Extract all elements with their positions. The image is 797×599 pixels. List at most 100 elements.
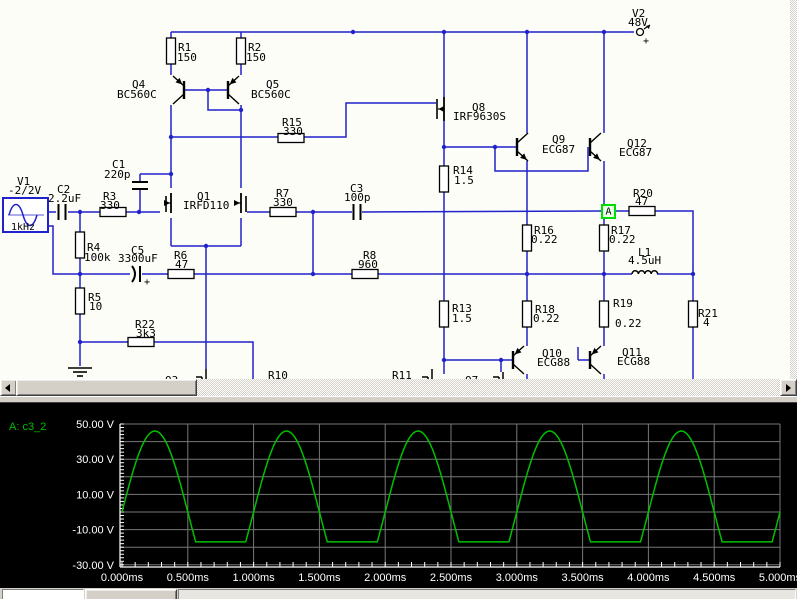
resistor-body-icon [76, 288, 85, 314]
component-value: 100p [344, 191, 371, 204]
component-R3[interactable]: R3330 [100, 190, 126, 217]
y-tick-label: 30.00 V [76, 454, 115, 466]
component-R8[interactable]: R8960 [352, 249, 378, 279]
component-C3[interactable]: C3100p [344, 182, 371, 220]
component-value: 0.22 [533, 312, 560, 325]
probe-marker[interactable]: A [602, 205, 615, 218]
inductor-coil-icon [632, 271, 658, 274]
pane-splitter[interactable] [0, 396, 797, 403]
component-value: 1.5 [452, 312, 472, 325]
battery-terminal-icon [637, 29, 644, 36]
component-R22[interactable]: R223k3 [128, 318, 156, 347]
x-tick-label: 4.000ms [627, 572, 670, 584]
trace-label: A: c3_2 [9, 421, 46, 433]
wire[interactable] [208, 90, 241, 110]
mosfet-arrow-icon [439, 106, 445, 112]
x-tick-label: 5.000ms [759, 572, 797, 584]
component-Q8[interactable]: Q8IRF9630S [437, 97, 506, 123]
scroll-right-button[interactable] [780, 379, 797, 396]
scroll-left-button[interactable] [0, 379, 17, 396]
component-C2[interactable]: C22.2uF [48, 183, 81, 220]
junction-dot [239, 108, 243, 112]
junction-dot [78, 272, 82, 276]
component-Q11[interactable]: Q11ECG88 [590, 346, 650, 374]
wire[interactable] [362, 211, 602, 212]
component-value: ECG88 [617, 355, 650, 368]
grid-lines [120, 424, 780, 567]
resistor-body-icon [600, 301, 609, 327]
component-Q9[interactable]: Q9ECG87 [517, 133, 575, 161]
junction-dot [351, 30, 355, 34]
component-ref: R10 [268, 369, 288, 379]
x-tick-label: 2.500ms [430, 572, 473, 584]
component-R7[interactable]: R7330 [270, 187, 296, 217]
component-value: 100k [84, 251, 111, 264]
component-R16[interactable]: R160.22 [523, 224, 558, 251]
component-R15[interactable]: R15330 [278, 116, 304, 143]
schematic-horizontal-scrollbar[interactable] [0, 379, 797, 396]
bottom-scrollbar[interactable] [0, 588, 797, 599]
component-Q12[interactable]: Q12ECG87 [590, 133, 652, 161]
bjt-lead-icon [513, 364, 524, 374]
component-Q4[interactable]: Q4BC560C [117, 76, 184, 104]
y-tick-label: -30.00 V [72, 560, 114, 572]
component-V1[interactable]: V1-2/2V1kHz [3, 175, 48, 233]
component-R20[interactable]: R2047 [629, 187, 655, 216]
component-Q10[interactable]: Q10ECG88 [513, 346, 570, 374]
component-value: 47 [175, 258, 188, 271]
scroll-right-icon [786, 384, 791, 392]
y-tick-label: -10.00 V [72, 525, 114, 537]
x-tick-label: 0.000ms [101, 572, 144, 584]
component-value: ECG88 [537, 356, 570, 369]
app-window: R1150 R2150 R3330 R4100k R510 R647 R7330 R8960 R… [0, 0, 797, 599]
bottom-scroll-thumb[interactable] [85, 589, 177, 599]
bottom-scroll-track[interactable] [178, 589, 796, 599]
component-Q5[interactable]: Q5BC560C [228, 76, 291, 104]
component-R2[interactable]: R2150 [237, 38, 266, 64]
y-tick-label: 50.00 V [76, 419, 115, 431]
junction-dot [499, 358, 503, 362]
schematic-vertical-scrollbar[interactable] [790, 0, 797, 379]
component-value: BC560C [251, 88, 291, 101]
junction-dot [78, 340, 82, 344]
component-R17[interactable]: R170.22 [600, 224, 636, 251]
component-R10[interactable]: R10 [268, 369, 288, 379]
component-R4[interactable]: R4100k [76, 232, 111, 264]
component-R13[interactable]: R131.5 [440, 301, 472, 327]
resistor-body-icon [600, 225, 609, 251]
component-value: BC560C [117, 88, 157, 101]
component-R14[interactable]: R141.5 [440, 164, 474, 192]
wire[interactable] [304, 103, 436, 137]
junction-dot [311, 210, 315, 214]
component-value: 0.22 [609, 233, 636, 246]
component-value: 150 [177, 51, 197, 64]
bjt-lead-icon [590, 364, 601, 374]
bjt-lead-icon [517, 133, 528, 143]
waveform-pane[interactable]: A: c3_2 50.00 V30.00 V10.00 V-10.00 V-30… [0, 403, 797, 588]
component-Q1[interactable]: Q1IRFD110 [164, 190, 246, 213]
junction-dot [602, 272, 606, 276]
component-R11[interactable]: R11 [392, 369, 412, 379]
component-value: 330 [283, 125, 303, 138]
schematic-pane[interactable]: R1150 R2150 R3330 R4100k R510 R647 R7330 R8960 R… [0, 0, 797, 379]
component-ref: R11 [392, 369, 412, 379]
component-R1[interactable]: R1150 [167, 38, 197, 64]
component-value: 47 [635, 195, 648, 208]
component-V2[interactable]: +V248V [628, 7, 650, 47]
resistor-body-icon [440, 301, 449, 327]
junction-dot [137, 210, 141, 214]
component-L1[interactable]: L14.5uH [628, 246, 661, 274]
component-R5[interactable]: R510 [76, 288, 103, 314]
waveform-plot[interactable]: 50.00 V30.00 V10.00 V-10.00 V-30.00 V0.0… [0, 403, 797, 588]
component-R18[interactable]: R180.22 [523, 301, 560, 327]
x-tick-label: 0.500ms [167, 572, 210, 584]
hscroll-thumb[interactable] [16, 379, 197, 396]
component-value: 150 [246, 51, 266, 64]
junction-dot [691, 272, 695, 276]
schematic-canvas[interactable]: R1150 R2150 R3330 R4100k R510 R647 R7330 R8960 R… [0, 0, 797, 379]
component-R6[interactable]: R647 [168, 249, 194, 279]
resistor-body-icon [689, 301, 698, 327]
component-R21[interactable]: R214 [689, 301, 718, 329]
component-R19[interactable]: R190.22 [600, 297, 642, 330]
component-C5[interactable]: +C53300uF [118, 244, 158, 288]
